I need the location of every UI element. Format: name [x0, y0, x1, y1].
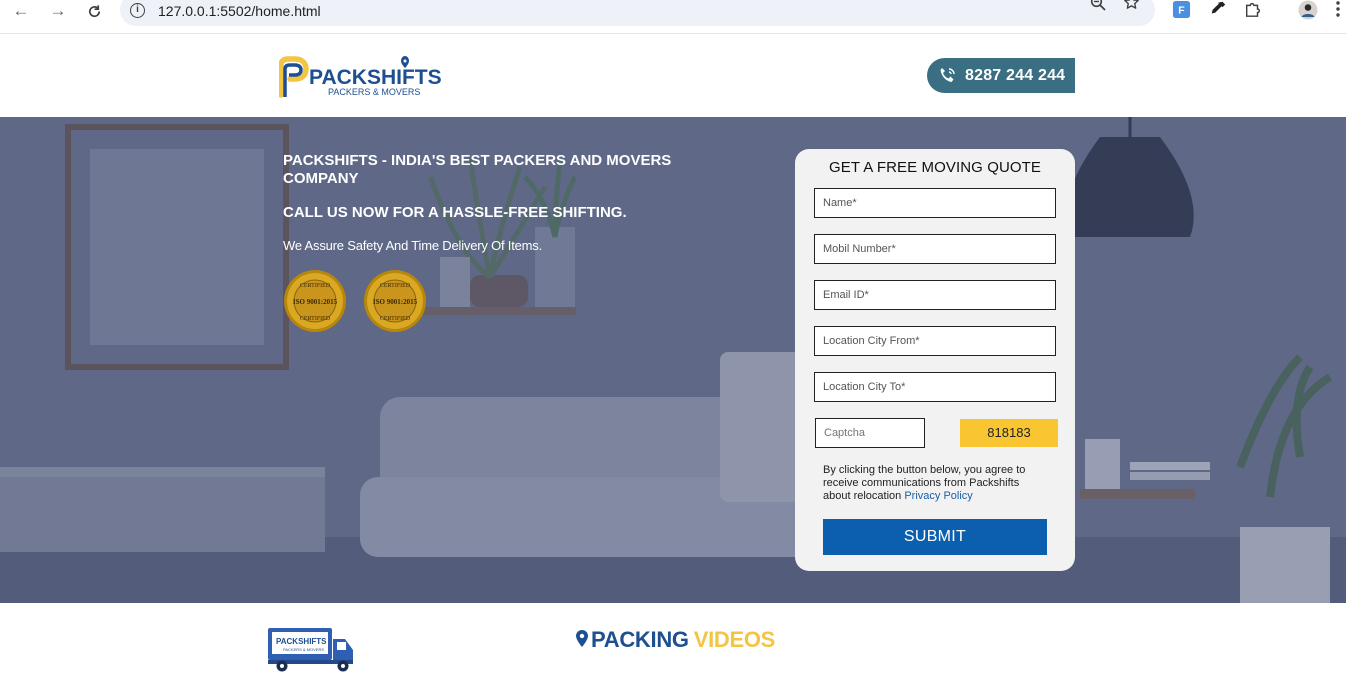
hero-subheadline: CALL US NOW FOR A HASSLE-FREE SHIFTING. — [283, 204, 627, 221]
packing-videos-heading: PACKING VIDEOS — [576, 627, 775, 653]
badge-1-bottom: CERTIFIED — [300, 316, 331, 322]
privacy-policy-link[interactable]: Privacy Policy — [904, 490, 972, 502]
iso-certified-badge-1: CERTIFIED ISO 9001:2015 CERTIFIED — [284, 270, 346, 332]
truck-logo: PACKSHIFTS PACKERS & MOVERS — [267, 627, 357, 673]
location-pin-icon — [576, 630, 588, 647]
heading-packing: PACKING — [591, 627, 689, 652]
packshifts-logo[interactable]: PACKSHIFTS PACKERS & MOVERS — [278, 55, 449, 99]
hero-text-block: PACKSHIFTS - INDIA'S BEST PACKERS AND MO… — [283, 152, 703, 253]
hero-headline: PACKSHIFTS - INDIA'S BEST PACKERS AND MO… — [283, 152, 672, 187]
quote-form-title: GET A FREE MOVING QUOTE — [828, 159, 1042, 176]
phone-icon — [940, 67, 955, 82]
city-to-input[interactable] — [814, 372, 1056, 402]
site-info-icon[interactable]: i — [130, 3, 145, 18]
heading-videos: VIDEOS — [693, 627, 776, 652]
iso-certified-badge-2: CERTIFIED ISO 9001:2015 CERTIFIED — [364, 270, 426, 332]
browser-toolbar: ← → i 127.0.0.1:5502/home.html F — [0, 0, 1346, 34]
name-input[interactable] — [814, 188, 1056, 218]
free-quote-form: GET A FREE MOVING QUOTE 818183 By clicki… — [795, 149, 1075, 571]
consent-notice: By clicking the button below, you agree … — [823, 464, 1048, 503]
badge-1-mid: ISO 9001:2015 — [293, 298, 338, 306]
zoom-icon[interactable] — [1090, 0, 1106, 16]
captcha-input[interactable] — [815, 418, 925, 448]
email-input[interactable] — [814, 280, 1056, 310]
badge-2-bottom: CERTIFIED — [380, 316, 411, 322]
call-phone-button[interactable]: 8287 244 244 — [927, 58, 1075, 93]
phone-number: 8287 244 244 — [965, 66, 1066, 84]
address-bar[interactable]: i 127.0.0.1:5502/home.html — [120, 0, 1155, 26]
profile-avatar[interactable] — [1298, 0, 1318, 20]
truck-logo-tagline: PACKERS & MOVERS — [283, 647, 324, 652]
badge-2-top: CERTIFIED — [380, 283, 411, 289]
forward-icon[interactable]: → — [46, 0, 70, 22]
logo-brand: PACKSHIFTS — [309, 66, 442, 89]
truck-logo-brand: PACKSHIFTS — [276, 637, 327, 646]
hero-tagline: We Assure Safety And Time Delivery Of It… — [283, 238, 543, 253]
city-from-input[interactable] — [814, 326, 1056, 356]
badge-1-top: CERTIFIED — [300, 283, 331, 289]
eyedropper-icon[interactable] — [1209, 0, 1229, 20]
mobile-number-input[interactable] — [814, 234, 1056, 264]
url-text: 127.0.0.1:5502/home.html — [158, 3, 321, 19]
site-header — [0, 34, 1346, 117]
extensions-puzzle-icon[interactable] — [1244, 0, 1264, 20]
submit-button[interactable]: SUBMIT — [823, 519, 1047, 555]
captcha-code: 818183 — [960, 419, 1058, 447]
extension-f-icon[interactable]: F — [1172, 0, 1192, 20]
bookmark-star-icon[interactable] — [1123, 0, 1140, 16]
browser-menu-icon[interactable] — [1335, 0, 1346, 20]
reload-icon[interactable] — [82, 0, 106, 22]
logo-tagline: PACKERS & MOVERS — [328, 87, 420, 97]
badge-2-mid: ISO 9001:2015 — [373, 298, 418, 306]
extension-badge: F — [1178, 5, 1184, 16]
back-icon[interactable]: ← — [9, 0, 33, 22]
